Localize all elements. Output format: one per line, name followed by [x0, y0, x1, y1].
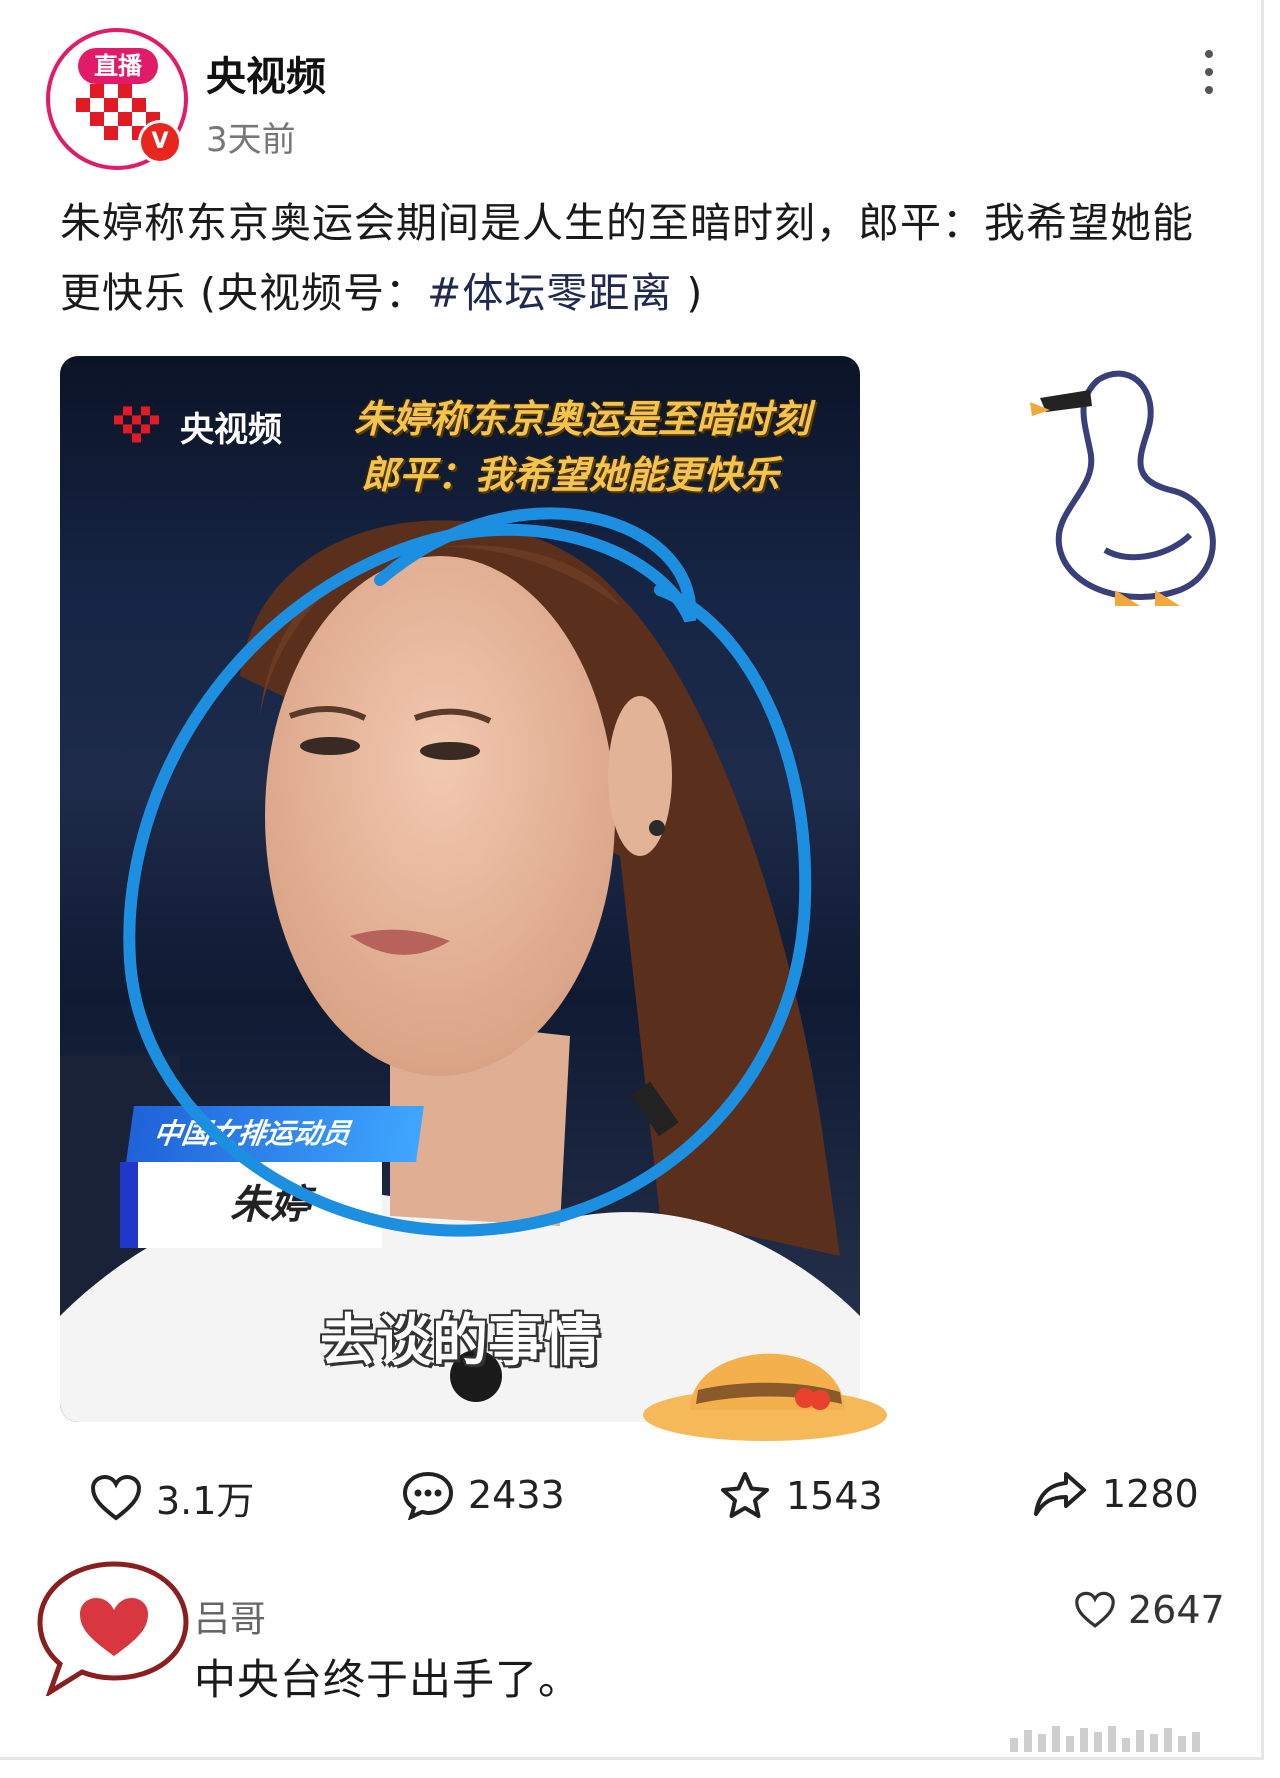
live-badge: 直播: [78, 48, 158, 84]
share-icon: [1034, 1472, 1086, 1516]
post-time: 3天前: [206, 120, 296, 160]
comment-author[interactable]: 吕哥: [194, 1590, 266, 1642]
comment-count: 2433: [468, 1473, 565, 1517]
heart-bubble-sticker: [37, 1561, 189, 1696]
hat-sticker: [643, 1353, 887, 1441]
comment-button[interactable]: 2433: [402, 1470, 565, 1520]
verified-badge: V: [138, 120, 182, 164]
share-count: 1280: [1102, 1472, 1199, 1516]
post-text-end: ): [672, 269, 704, 317]
watermark: [1010, 1722, 1240, 1752]
comment-icon: [402, 1471, 454, 1520]
goose-sticker: [1030, 370, 1216, 606]
more-icon[interactable]: [1196, 46, 1222, 98]
cctv-video-icon: [114, 405, 159, 442]
share-button[interactable]: 1280: [1032, 1470, 1199, 1518]
hashtag-link[interactable]: #体坛零距离: [427, 269, 672, 317]
like-count: 3.1万: [156, 1479, 255, 1523]
heart-icon: [90, 1474, 142, 1521]
comment-text: 中央台终于出手了。: [194, 1655, 582, 1704]
comment-like-button[interactable]: 2647: [1074, 1588, 1225, 1632]
comment-like-count: 2647: [1128, 1588, 1225, 1632]
heart-icon: [1075, 1591, 1115, 1628]
star-icon: [721, 1472, 769, 1518]
circle-annotation: [123, 507, 812, 1237]
action-bar: 3.1万 2433 1543 1280: [0, 1470, 1264, 1540]
like-button[interactable]: 3.1万: [90, 1470, 254, 1525]
post-text: 朱婷称东京奥运会期间是人生的至暗时刻，郎平：我希望她能更快乐 (央视频号：#体坛…: [60, 188, 1220, 328]
media-title-line1: 朱婷称东京奥运是至暗时刻: [353, 397, 810, 441]
media-logo-text: 央视频: [180, 410, 282, 450]
media-channel-logo: 央视频: [114, 402, 282, 451]
author-name[interactable]: 央视频: [206, 44, 326, 102]
author-avatar[interactable]: 直播 V: [46, 28, 188, 170]
favorite-count: 1543: [786, 1474, 883, 1518]
favorite-button[interactable]: 1543: [718, 1470, 883, 1522]
